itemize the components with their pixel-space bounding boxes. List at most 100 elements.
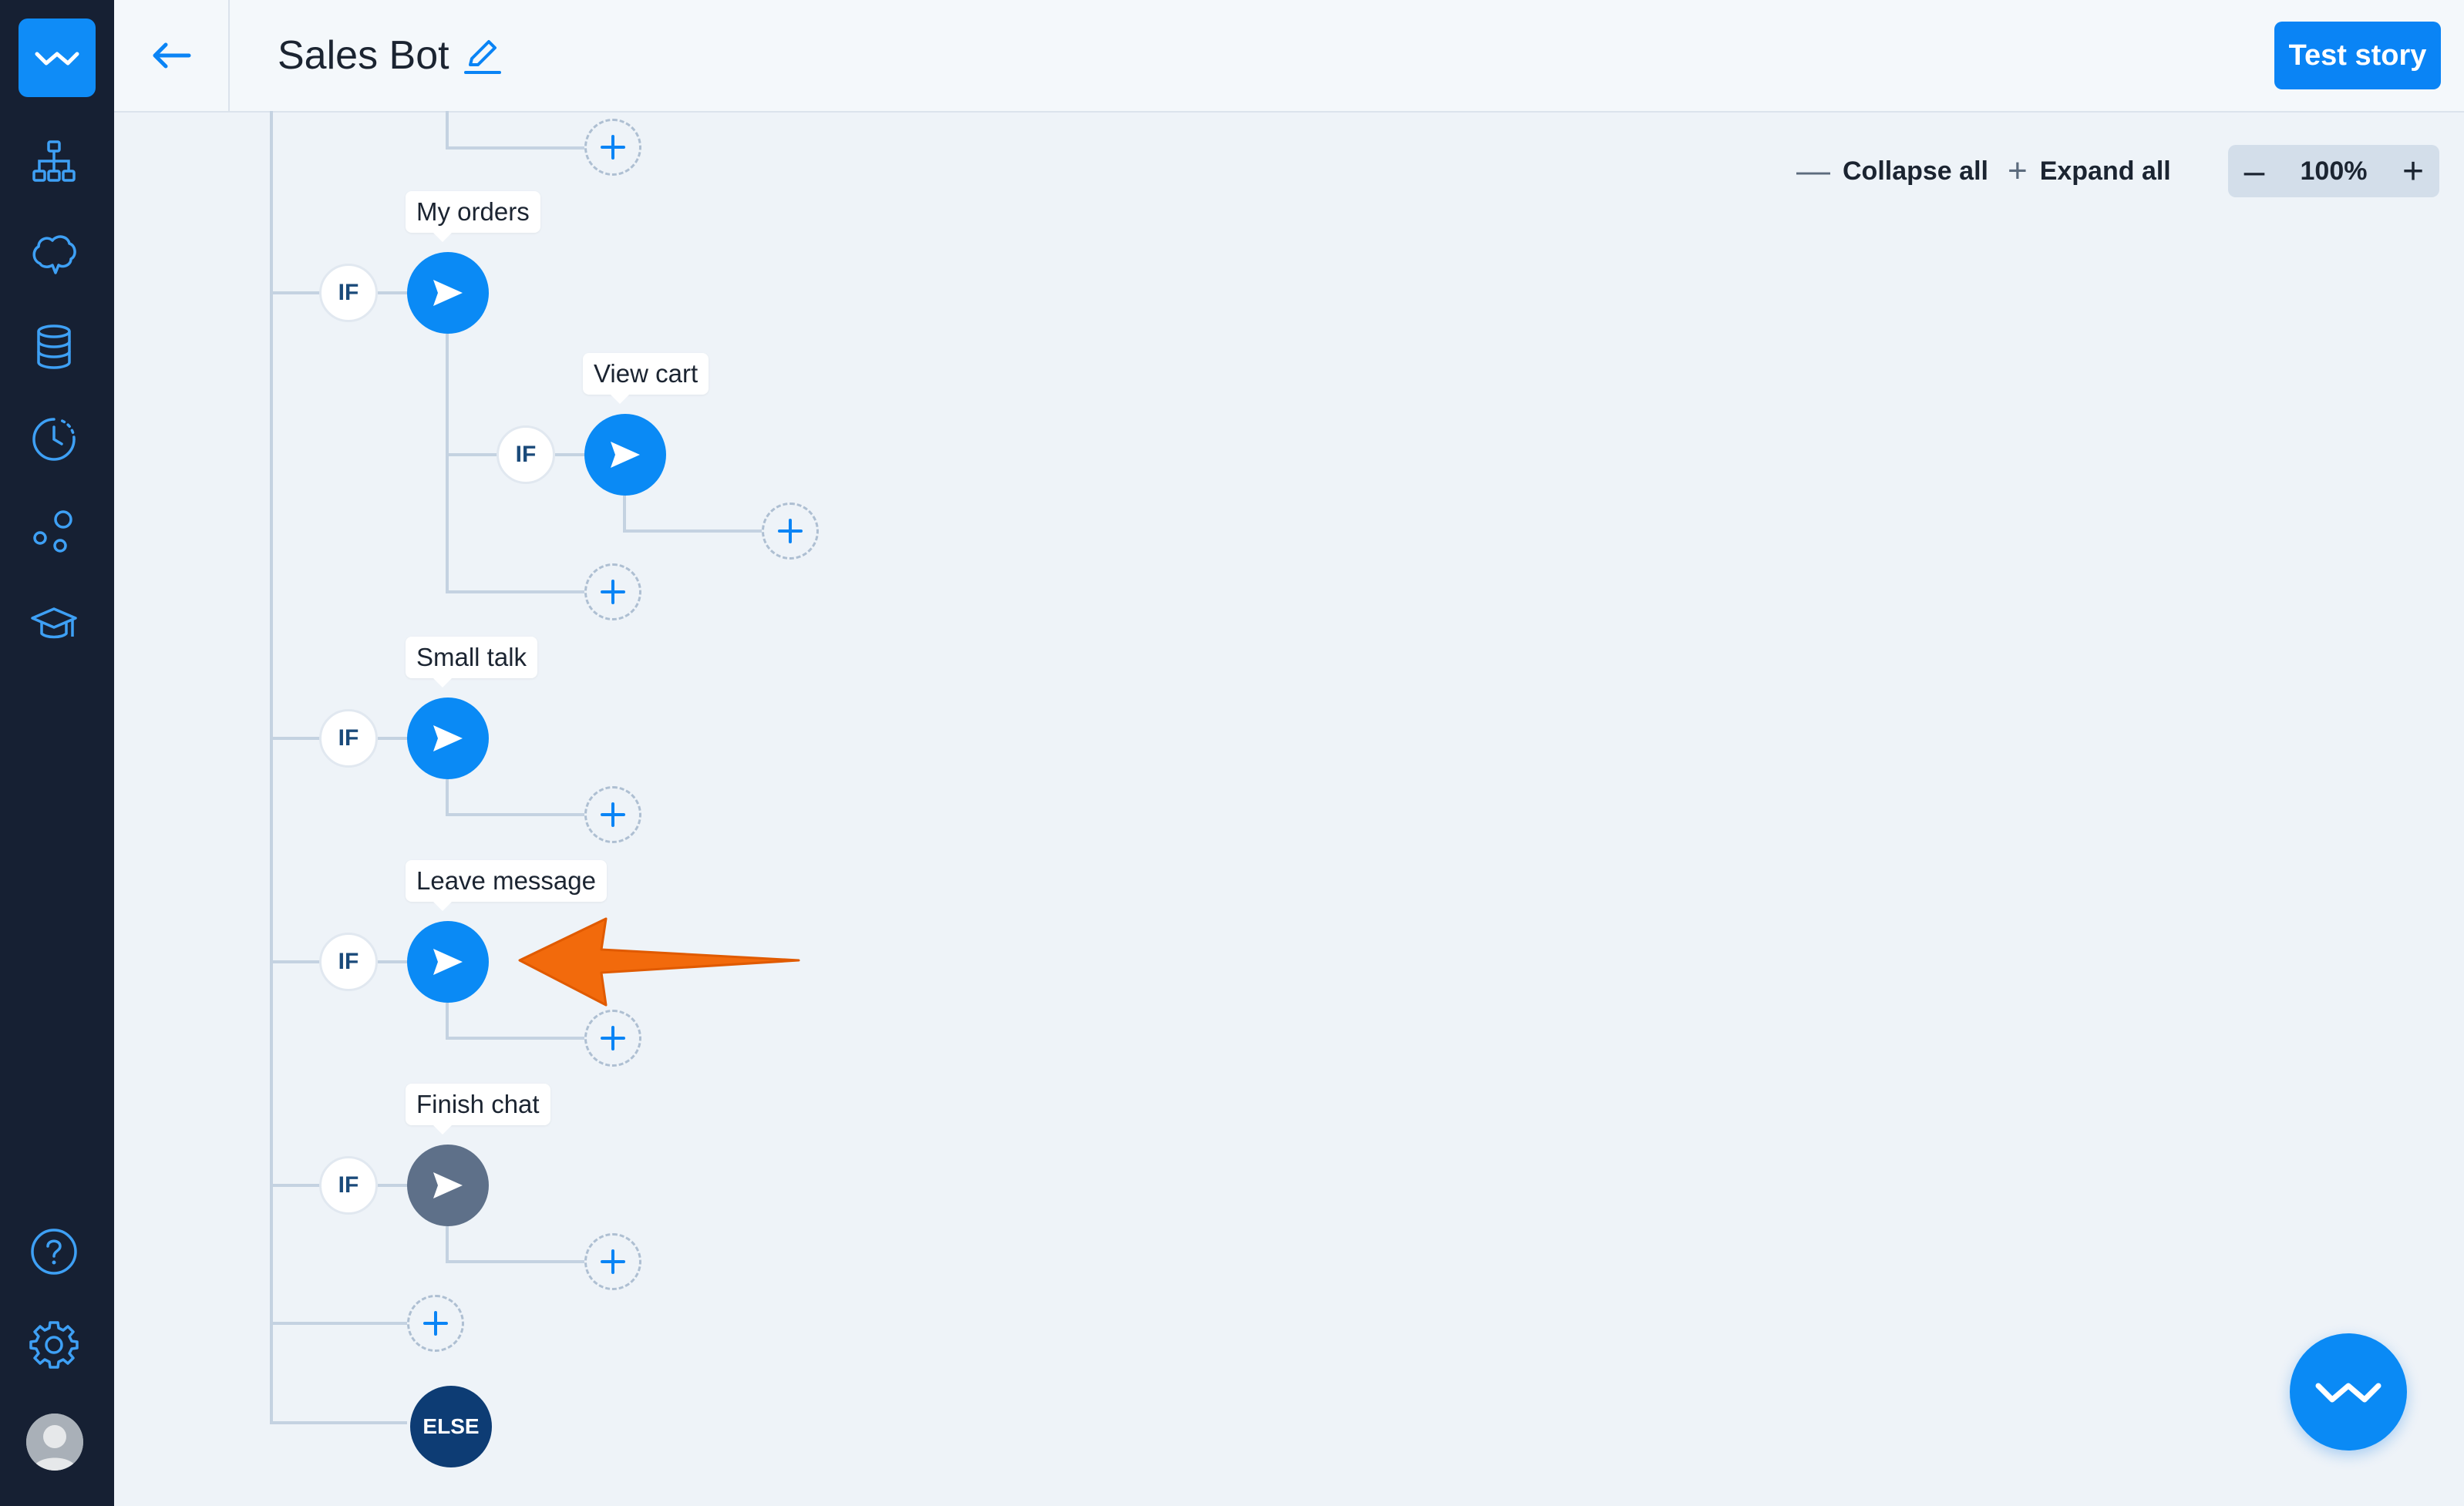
sidebar-item-integrations[interactable] — [26, 504, 82, 560]
else-connector — [270, 1421, 407, 1424]
message-node[interactable] — [584, 414, 666, 496]
if-condition[interactable]: IF — [319, 933, 378, 991]
gear-icon — [29, 1321, 79, 1369]
sidebar-item-data[interactable] — [26, 319, 82, 375]
zoom-in-button[interactable]: + — [2387, 145, 2439, 197]
branch-line — [446, 334, 449, 593]
if-condition[interactable]: IF — [319, 1156, 378, 1215]
branch-line — [446, 779, 449, 816]
send-icon — [433, 280, 463, 306]
plus-icon — [601, 1026, 625, 1051]
branch-line — [623, 529, 762, 533]
page-title: Sales Bot — [278, 33, 449, 78]
branch-line — [555, 453, 586, 456]
history-icon — [32, 418, 76, 461]
plus-icon — [601, 580, 625, 604]
branch-line — [270, 291, 321, 294]
expand-all-label: Expand all — [2039, 156, 2171, 186]
minus-icon: — — [1796, 152, 1830, 190]
user-avatar[interactable] — [26, 1414, 83, 1471]
add-step-button[interactable] — [584, 1010, 641, 1067]
send-icon — [433, 1172, 463, 1198]
plus-icon — [601, 802, 625, 827]
help-icon — [31, 1229, 77, 1275]
sidebar-item-stories[interactable] — [26, 134, 82, 190]
node-label: Finish chat — [406, 1084, 550, 1135]
branch-line — [378, 737, 409, 740]
add-step-button[interactable] — [762, 503, 819, 560]
node-label: Small talk — [406, 637, 538, 687]
plus-icon — [601, 135, 625, 160]
branch-line — [270, 960, 321, 963]
add-step-button[interactable] — [584, 563, 641, 620]
annotation-arrow-icon — [518, 917, 800, 1007]
sidebar-item-learn[interactable] — [26, 597, 82, 652]
zoom-level: 100% — [2300, 156, 2368, 186]
database-icon — [37, 324, 71, 369]
sidebar — [0, 0, 114, 1506]
wave-logo-icon — [2315, 1383, 2382, 1403]
plus-icon — [778, 519, 803, 543]
branch-line — [446, 1003, 449, 1040]
node-label: View cart — [583, 353, 709, 404]
sidebar-item-settings[interactable] — [26, 1316, 82, 1372]
top-header: Sales Bot Test story — [114, 0, 2464, 113]
plus-icon: + — [2008, 152, 2028, 190]
branch-line — [623, 496, 626, 533]
add-intent-button[interactable] — [407, 1295, 464, 1352]
branch-line — [270, 1322, 407, 1325]
send-icon — [611, 442, 640, 468]
if-condition[interactable]: IF — [497, 425, 555, 484]
message-node[interactable] — [407, 1145, 489, 1226]
branch-line — [446, 453, 498, 456]
avatar-icon — [26, 1414, 83, 1471]
node-label: My orders — [406, 191, 540, 242]
else-node[interactable]: ELSE — [410, 1386, 492, 1467]
graduation-cap-icon — [31, 607, 77, 639]
branch-line — [446, 813, 584, 816]
if-condition[interactable]: IF — [319, 264, 378, 322]
branch-line — [378, 1184, 409, 1187]
if-condition[interactable]: IF — [319, 709, 378, 768]
add-step-button[interactable] — [584, 119, 641, 176]
message-node[interactable] — [407, 698, 489, 779]
app-logo[interactable] — [19, 18, 96, 97]
brain-icon — [32, 235, 76, 274]
branch-line — [446, 1260, 584, 1263]
collapse-all-label: Collapse all — [1843, 156, 1988, 186]
sidebar-item-training[interactable] — [26, 227, 82, 282]
plus-icon — [423, 1311, 448, 1336]
send-icon — [433, 949, 463, 975]
plus-icon — [601, 1249, 625, 1274]
back-button[interactable] — [114, 0, 230, 111]
test-story-button[interactable]: Test story — [2274, 22, 2441, 89]
trunk-line — [270, 111, 273, 1424]
branch-line — [446, 590, 584, 593]
branch-line — [446, 1037, 584, 1040]
sidebar-item-history[interactable] — [26, 412, 82, 467]
message-node[interactable] — [407, 252, 489, 334]
branch-line — [446, 146, 584, 150]
zoom-out-button[interactable]: – — [2228, 145, 2281, 197]
message-node[interactable] — [407, 921, 489, 1003]
sidebar-item-help[interactable] — [26, 1224, 82, 1279]
chat-widget-button[interactable] — [2290, 1333, 2407, 1451]
branch-line — [378, 291, 409, 294]
arrow-left-icon — [153, 42, 191, 69]
branch-line — [270, 737, 321, 740]
flow-canvas: IF My orders IF View cart IF Small talk … — [0, 0, 2464, 1506]
branch-line — [270, 1184, 321, 1187]
zoom-control: – 100% + — [2228, 145, 2439, 197]
branch-line — [446, 1226, 449, 1263]
add-step-button[interactable] — [584, 786, 641, 843]
send-icon — [433, 725, 463, 751]
sitemap-icon — [32, 140, 76, 182]
pencil-edit-icon[interactable] — [461, 34, 504, 77]
collapse-all-button[interactable]: — Collapse all — [1796, 151, 1988, 191]
branch-line — [378, 960, 409, 963]
expand-all-button[interactable]: + Expand all — [2008, 151, 2171, 191]
integrations-icon — [33, 510, 72, 553]
add-step-button[interactable] — [584, 1233, 641, 1290]
wave-logo-icon — [35, 52, 79, 66]
node-label: Leave message — [406, 860, 607, 911]
